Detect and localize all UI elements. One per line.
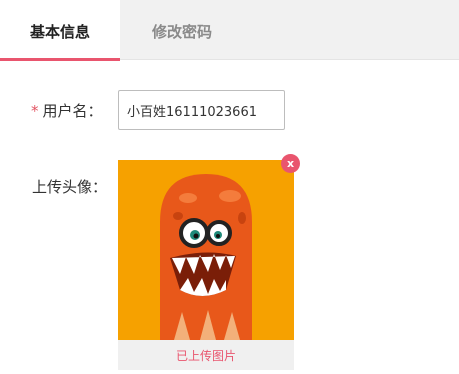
username-input[interactable] — [118, 90, 285, 130]
active-tab-indicator — [0, 58, 120, 61]
required-mark: * — [31, 102, 39, 120]
tab-bar: 基本信息 修改密码 — [0, 0, 459, 61]
uploaded-status-text: 已上传图片 — [175, 349, 236, 363]
username-label: * 用户名： — [31, 100, 103, 121]
tab-change-password-label: 修改密码 — [152, 23, 213, 41]
avatar-upload-box[interactable]: 已上传图片 — [118, 160, 294, 370]
tab-change-password[interactable]: 修改密码 — [152, 0, 212, 60]
upload-status-bar: 已上传图片 — [118, 340, 294, 370]
close-icon[interactable]: x — [281, 154, 300, 173]
username-label-text: 用户名： — [42, 102, 103, 120]
monster-avatar-image — [160, 174, 252, 340]
tab-basic-info[interactable]: 基本信息 — [0, 0, 120, 61]
tab-basic-info-label: 基本信息 — [29, 23, 90, 41]
avatar-label: 上传头像： — [32, 178, 108, 196]
